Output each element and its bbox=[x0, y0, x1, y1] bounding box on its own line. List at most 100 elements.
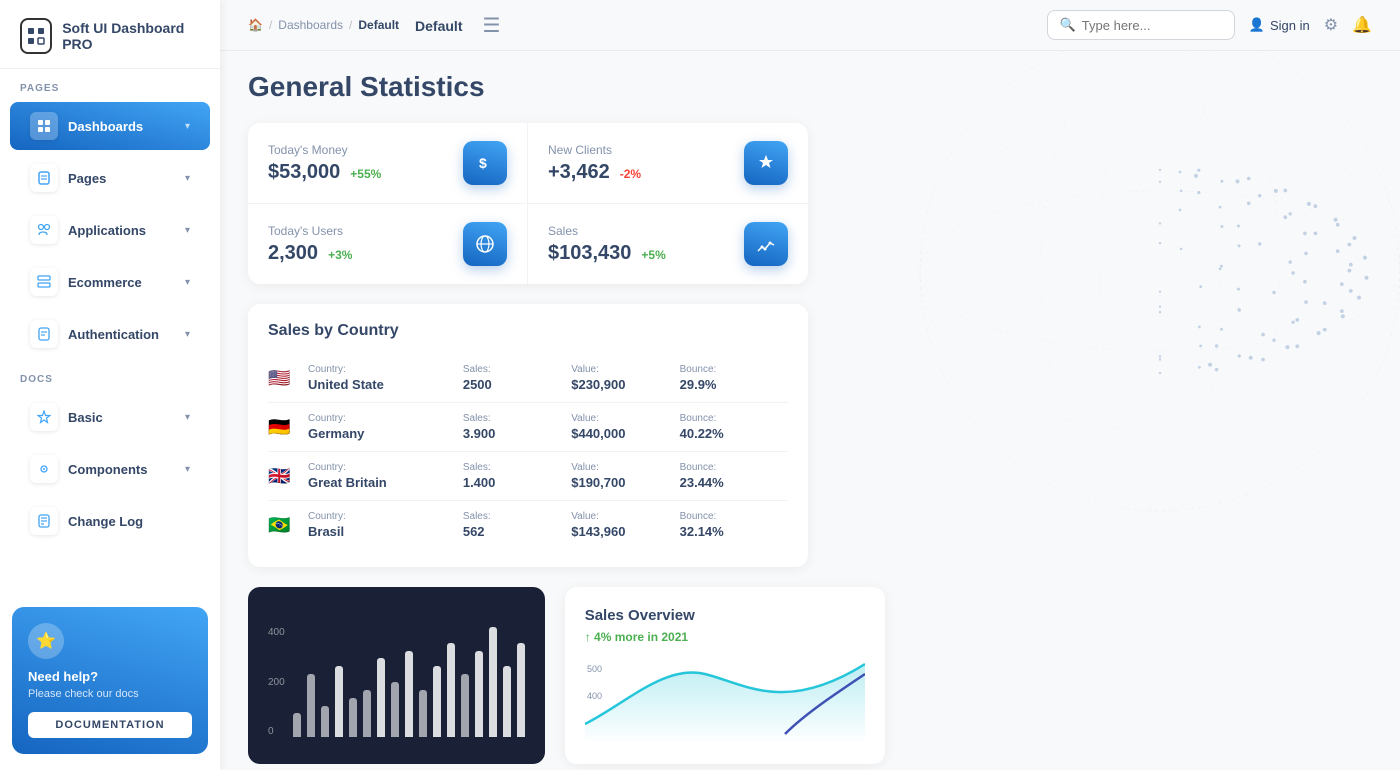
sales-icon bbox=[744, 222, 788, 266]
applications-icon bbox=[30, 216, 58, 244]
stat-money-value: $53,000 bbox=[268, 161, 340, 184]
sidebar-authentication-label: Authentication bbox=[68, 327, 159, 342]
breadcrumb-dashboards[interactable]: Dashboards bbox=[278, 18, 343, 32]
bar bbox=[405, 651, 413, 737]
bar bbox=[489, 627, 497, 737]
stat-clients-value: +3,462 bbox=[548, 161, 610, 184]
sidebar-item-components[interactable]: Components ▾ bbox=[10, 445, 210, 493]
upper-row: Today's Money $53,000 +55% $ bbox=[248, 123, 1372, 764]
stats-grid: Today's Money $53,000 +55% $ bbox=[248, 123, 808, 284]
svg-text:500: 500 bbox=[587, 664, 602, 674]
bar bbox=[349, 698, 357, 737]
sidebar-basic-label: Basic bbox=[68, 410, 103, 425]
main-content: 🏠 / Dashboards / Default Default ☰ 🔍 👤 S… bbox=[220, 0, 1400, 770]
sidebar-dashboards-label: Dashboards bbox=[68, 119, 143, 134]
bar bbox=[377, 658, 385, 737]
components-icon bbox=[30, 455, 58, 483]
stat-clients-change: -2% bbox=[620, 167, 641, 181]
stat-card-clients: New Clients +3,462 -2% bbox=[528, 123, 808, 204]
pages-section-label: PAGES bbox=[0, 69, 220, 100]
bar bbox=[461, 674, 469, 737]
search-icon: 🔍 bbox=[1060, 17, 1076, 33]
overview-subtitle: ↑ 4% more in 2021 bbox=[585, 630, 865, 644]
signin-button[interactable]: 👤 Sign in bbox=[1249, 17, 1310, 33]
country-table: Sales by Country 🇺🇸 Country: United Stat… bbox=[248, 304, 808, 567]
country-row-br: 🇧🇷 Country: Brasil Sales: 562 Value: $14… bbox=[268, 501, 788, 549]
user-icon: 👤 bbox=[1249, 17, 1265, 33]
stat-money-info: Today's Money $53,000 +55% bbox=[268, 143, 381, 184]
dashboards-icon bbox=[30, 112, 58, 140]
topnav-right: 🔍 👤 Sign in ⚙ 🔔 bbox=[1047, 10, 1372, 40]
bar-chart-card: 400 200 0 bbox=[248, 587, 545, 764]
stat-users-change: +3% bbox=[328, 248, 352, 262]
bar bbox=[433, 666, 441, 737]
topnav: 🏠 / Dashboards / Default Default ☰ 🔍 👤 S… bbox=[220, 0, 1400, 51]
components-chevron: ▾ bbox=[185, 464, 190, 475]
settings-icon[interactable]: ⚙ bbox=[1324, 15, 1338, 35]
sidebar-item-basic[interactable]: Basic ▾ bbox=[10, 393, 210, 441]
help-title: Need help? bbox=[28, 669, 192, 684]
bar bbox=[447, 643, 455, 737]
authentication-chevron: ▾ bbox=[185, 329, 190, 340]
authentication-icon bbox=[30, 320, 58, 348]
content-area: /* dots rendered below */ General Statis… bbox=[220, 51, 1400, 770]
clients-icon bbox=[744, 141, 788, 185]
country-col-us: Country: United State bbox=[308, 364, 463, 392]
hamburger-icon[interactable]: ☰ bbox=[482, 13, 500, 38]
app-title: Soft UI Dashboard PRO bbox=[62, 20, 200, 52]
sidebar-item-authentication[interactable]: Authentication ▾ bbox=[10, 310, 210, 358]
pages-icon bbox=[30, 164, 58, 192]
logo-icon bbox=[20, 18, 52, 54]
stat-card-users: Today's Users 2,300 +3% bbox=[248, 204, 528, 284]
stat-sales-change: +5% bbox=[641, 248, 665, 262]
changelog-icon bbox=[30, 507, 58, 535]
stat-sales-label: Sales bbox=[548, 224, 666, 238]
flag-gb: 🇬🇧 bbox=[268, 466, 296, 486]
help-box: ⭐ Need help? Please check our docs DOCUM… bbox=[12, 607, 208, 754]
basic-chevron: ▾ bbox=[185, 412, 190, 423]
breadcrumb-sep2: / bbox=[349, 18, 352, 32]
stat-clients-label: New Clients bbox=[548, 143, 641, 157]
upper-left: Today's Money $53,000 +55% $ bbox=[248, 123, 885, 764]
country-row-us: 🇺🇸 Country: United State Sales: 2500 Val… bbox=[268, 354, 788, 403]
line-chart-area: 500 400 bbox=[585, 644, 865, 744]
stat-money-label: Today's Money bbox=[268, 143, 381, 157]
stat-clients-info: New Clients +3,462 -2% bbox=[548, 143, 641, 184]
sidebar-item-pages[interactable]: Pages ▾ bbox=[10, 154, 210, 202]
stat-card-money: Today's Money $53,000 +55% $ bbox=[248, 123, 528, 204]
sidebar-item-dashboards[interactable]: Dashboards ▾ bbox=[10, 102, 210, 150]
sidebar-item-applications[interactable]: Applications ▾ bbox=[10, 206, 210, 254]
sidebar-changelog-label: Change Log bbox=[68, 514, 143, 529]
bar-chart-bars bbox=[293, 627, 525, 737]
country-table-title: Sales by Country bbox=[268, 322, 788, 340]
bottom-row: 400 200 0 Sales Overview ↑ 4% more in 20… bbox=[248, 587, 885, 764]
svg-text:400: 400 bbox=[587, 691, 602, 701]
bar bbox=[335, 666, 343, 737]
flag-us: 🇺🇸 bbox=[268, 368, 296, 388]
svg-text:$: $ bbox=[479, 155, 487, 171]
sidebar-applications-label: Applications bbox=[68, 223, 146, 238]
search-input[interactable] bbox=[1082, 18, 1222, 33]
docs-section-label: DOCS bbox=[0, 360, 220, 391]
search-box[interactable]: 🔍 bbox=[1047, 10, 1235, 40]
bar bbox=[517, 643, 525, 737]
documentation-button[interactable]: DOCUMENTATION bbox=[28, 712, 192, 738]
stat-users-value: 2,300 bbox=[268, 242, 318, 265]
bar bbox=[419, 690, 427, 737]
ecommerce-chevron: ▾ bbox=[185, 277, 190, 288]
sidebar-item-changelog[interactable]: Change Log bbox=[10, 497, 210, 545]
sales-overview-card: Sales Overview ↑ 4% more in 2021 bbox=[565, 587, 885, 764]
breadcrumb-current: Default bbox=[358, 18, 399, 32]
topnav-page-title: Default bbox=[415, 18, 462, 34]
bell-icon[interactable]: 🔔 bbox=[1352, 15, 1372, 35]
flag-br: 🇧🇷 bbox=[268, 515, 296, 535]
sidebar-pages-label: Pages bbox=[68, 171, 106, 186]
home-icon[interactable]: 🏠 bbox=[248, 18, 263, 32]
bar bbox=[503, 666, 511, 737]
stat-sales-value: $103,430 bbox=[548, 242, 631, 265]
bar bbox=[307, 674, 315, 737]
sidebar-logo: Soft UI Dashboard PRO bbox=[0, 0, 220, 69]
flag-de: 🇩🇪 bbox=[268, 417, 296, 437]
pages-chevron: ▾ bbox=[185, 173, 190, 184]
sidebar-item-ecommerce[interactable]: Ecommerce ▾ bbox=[10, 258, 210, 306]
